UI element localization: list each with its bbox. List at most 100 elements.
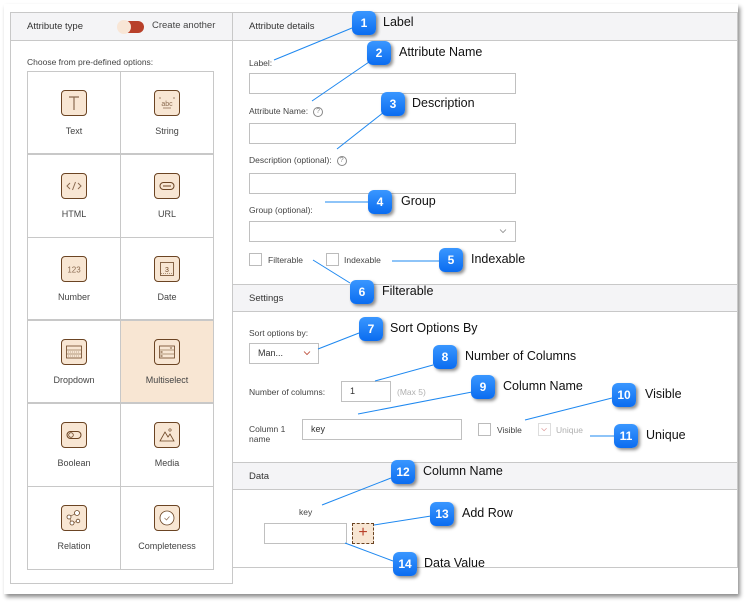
- type-option-number[interactable]: 123 Number: [28, 238, 121, 319]
- label-field-label: Label:: [249, 58, 273, 68]
- html-icon: [61, 173, 87, 199]
- data-value-input[interactable]: [264, 523, 347, 544]
- type-label: Text: [65, 126, 83, 136]
- chevron-down-icon: [303, 351, 311, 356]
- type-label: Boolean: [57, 458, 91, 468]
- callout-badge-4: 4: [368, 190, 392, 214]
- callout-badge-5: 5: [439, 248, 463, 272]
- type-row: HTML URL: [28, 155, 214, 238]
- filterable-checkbox[interactable]: [249, 253, 262, 266]
- unique-label: Unique: [556, 425, 583, 435]
- attribute-type-title: Attribute type: [27, 21, 83, 32]
- callout-badge-13: 13: [430, 502, 454, 526]
- type-option-boolean[interactable]: Boolean: [28, 404, 121, 486]
- callout-badge-14: 14: [393, 552, 417, 576]
- choose-options-label: Choose from pre-defined options:: [27, 57, 154, 67]
- type-option-multiselect[interactable]: Multiselect: [121, 321, 214, 402]
- toggle-knob[interactable]: [117, 20, 131, 34]
- description-label-text: Description (optional):: [249, 155, 332, 165]
- callout-badge-7: 7: [359, 317, 383, 341]
- type-label: String: [155, 126, 179, 136]
- dropdown-icon: [61, 339, 87, 365]
- callout-text-14: Data Value: [424, 556, 485, 570]
- type-option-url[interactable]: URL: [121, 155, 214, 237]
- visible-label: Visible: [497, 425, 522, 435]
- sort-options-label: Sort options by:: [249, 328, 309, 338]
- attribute-name-label: Attribute Name:?: [249, 106, 324, 117]
- sort-options-select[interactable]: Man...: [249, 343, 319, 364]
- text-icon: [61, 90, 87, 116]
- callout-text-10: Visible: [645, 387, 682, 401]
- callout-text-11: Unique: [646, 428, 686, 442]
- type-option-html[interactable]: HTML: [28, 155, 121, 237]
- callout-badge-12: 12: [391, 460, 415, 484]
- type-option-date[interactable]: 3 Date: [121, 238, 214, 319]
- sort-options-value: Man...: [258, 348, 284, 358]
- column-1-name-label: Column 1 name: [249, 424, 286, 444]
- attribute-details-title: Attribute details: [249, 21, 315, 32]
- callout-badge-9: 9: [471, 375, 495, 399]
- data-column-header: key: [299, 507, 313, 517]
- create-another-label: Create another: [152, 20, 216, 31]
- type-label: HTML: [61, 209, 87, 219]
- string-icon: abc: [154, 90, 180, 116]
- type-label: Relation: [57, 541, 91, 551]
- add-row-button[interactable]: +: [352, 523, 374, 544]
- type-label: Completeness: [138, 541, 196, 551]
- type-option-text[interactable]: Text: [28, 72, 121, 153]
- columns-max-hint: (Max 5): [397, 387, 426, 397]
- callout-badge-2: 2: [367, 41, 391, 65]
- callout-badge-11: 11: [614, 424, 638, 448]
- visible-checkbox[interactable]: [478, 423, 491, 436]
- completeness-icon: [154, 505, 180, 531]
- attribute-details-panel: Attribute details Label: Attribute Name:…: [232, 12, 738, 568]
- number-icon: 123: [61, 256, 87, 282]
- type-label: Dropdown: [53, 375, 95, 385]
- attribute-type-grid: Text abc String HTML URL 123 Number 3 Da…: [27, 71, 214, 570]
- attribute-type-header: Attribute type Create another: [11, 13, 232, 41]
- create-another-toggle[interactable]: [117, 20, 144, 34]
- settings-title: Settings: [249, 293, 284, 304]
- type-label: Number: [57, 292, 90, 302]
- type-option-relation[interactable]: Relation: [28, 487, 121, 569]
- relation-icon: [61, 505, 87, 531]
- number-of-columns-input[interactable]: 1: [341, 381, 391, 402]
- callout-text-9: Column Name: [503, 379, 583, 393]
- callout-text-3: Description: [412, 96, 475, 110]
- multiselect-icon: [154, 339, 180, 365]
- group-label: Group (optional):: [249, 205, 313, 215]
- svg-text:abc: abc: [161, 101, 173, 108]
- unique-checkbox[interactable]: [538, 423, 551, 436]
- column-1-name-input[interactable]: key: [302, 419, 462, 440]
- label-input[interactable]: [249, 73, 516, 94]
- type-label: Multiselect: [145, 375, 189, 385]
- description-label: Description (optional):?: [249, 155, 347, 166]
- type-option-media[interactable]: Media: [121, 404, 214, 486]
- url-icon: [154, 173, 180, 199]
- type-row: Text abc String: [28, 72, 214, 155]
- callout-badge-6: 6: [350, 280, 374, 304]
- type-option-dropdown[interactable]: Dropdown: [28, 321, 121, 402]
- checkmark-icon: [541, 427, 547, 432]
- type-option-completeness[interactable]: Completeness: [121, 487, 214, 569]
- type-row: Dropdown Multiselect: [28, 321, 214, 404]
- svg-text:3: 3: [165, 267, 169, 274]
- callout-badge-3: 3: [381, 92, 405, 116]
- attribute-type-panel: Attribute type Create another Choose fro…: [10, 12, 233, 584]
- callout-text-2: Attribute Name: [399, 45, 483, 59]
- type-option-string[interactable]: abc String: [121, 72, 214, 153]
- callout-text-7: Sort Options By: [390, 321, 478, 335]
- attribute-details-header: Attribute details: [233, 13, 737, 41]
- help-icon[interactable]: ?: [313, 106, 324, 117]
- group-select[interactable]: [249, 221, 516, 242]
- type-label: Media: [154, 458, 180, 468]
- help-icon[interactable]: ?: [336, 155, 347, 166]
- indexable-checkbox[interactable]: [326, 253, 339, 266]
- filterable-label: Filterable: [268, 255, 303, 265]
- settings-header: Settings: [233, 284, 737, 312]
- type-label: URL: [157, 209, 176, 219]
- attribute-name-input[interactable]: [249, 123, 516, 144]
- callout-text-1: Label: [383, 15, 414, 29]
- date-icon: 3: [154, 256, 180, 282]
- callout-text-4: Group: [401, 194, 436, 208]
